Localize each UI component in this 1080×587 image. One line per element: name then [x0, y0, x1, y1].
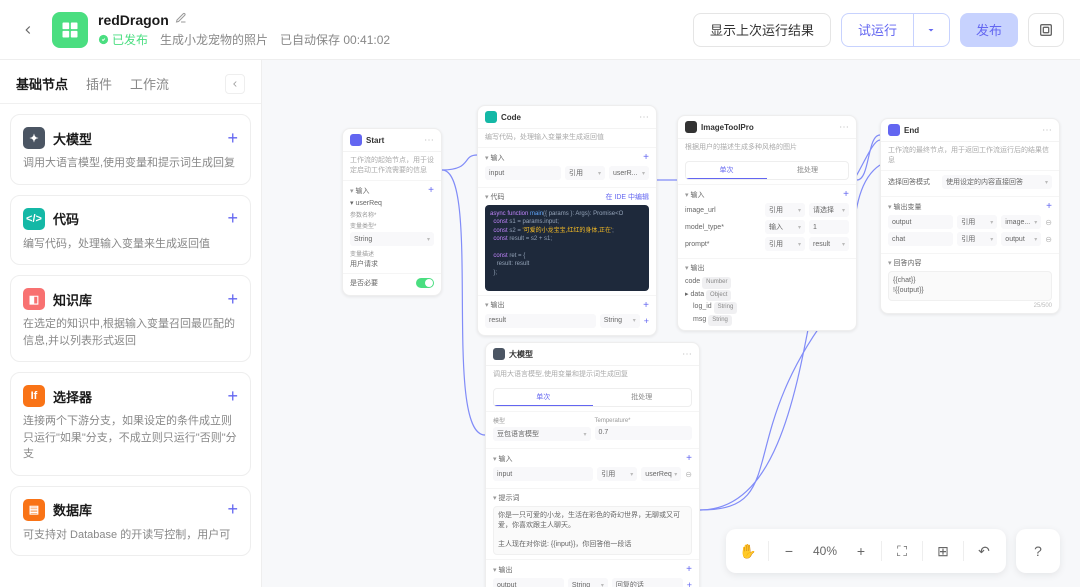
seg-single[interactable]: 单次 [686, 162, 767, 179]
undo-button[interactable]: ↶ [968, 535, 1000, 567]
collapse-sidebar-button[interactable] [225, 74, 245, 94]
seg-batch[interactable]: 批处理 [767, 162, 848, 179]
edit-icon[interactable] [175, 11, 187, 29]
edit-in-ide-link[interactable]: 在 IDE 中编辑 [605, 192, 649, 202]
help-button[interactable]: ? [1022, 535, 1054, 567]
temperature-input[interactable]: 0.7 [595, 426, 693, 440]
app-subtitle: 生成小龙宠物的照片 [160, 31, 268, 48]
zoom-in-button[interactable]: + [845, 535, 877, 567]
publish-button[interactable]: 发布 [960, 13, 1018, 47]
add-node-button[interactable]: + [227, 128, 238, 149]
workflow-canvas[interactable]: Start⋯ 工作流的起始节点，用于设定启动工作流需要的信息 ▾ 输入+ ▾ u… [262, 60, 1080, 587]
test-run-dropdown[interactable] [914, 13, 950, 47]
node-menu-icon[interactable]: ⋯ [639, 112, 649, 123]
add-node-button[interactable]: + [227, 499, 238, 520]
add-input-button[interactable]: + [428, 185, 434, 196]
answer-content-textarea[interactable]: {{chat}}!{{output}} [888, 271, 1052, 301]
add-input-button[interactable]: + [686, 453, 692, 464]
app-title: redDragon [98, 12, 169, 28]
tab-workflows[interactable]: 工作流 [130, 72, 169, 95]
knowledge-icon: ◧ [23, 288, 45, 310]
model-select[interactable]: 豆包语言模型 [493, 427, 591, 441]
pan-tool-button[interactable]: ✋ [732, 535, 764, 567]
app-info: redDragon 已发布 生成小龙宠物的照片 已自动保存 00:41:02 [98, 11, 390, 48]
tab-plugins[interactable]: 插件 [86, 72, 112, 95]
zoom-out-button[interactable]: − [773, 535, 805, 567]
show-last-run-button[interactable]: 显示上次运行结果 [693, 13, 831, 47]
canvas-node-llm[interactable]: 大模型⋯ 调用大语言模型,使用变量和提示词生成回复 单次批处理 模型豆包语言模型… [485, 342, 700, 587]
selector-icon: If [23, 385, 45, 407]
add-node-button[interactable]: + [227, 386, 238, 407]
node-card-llm[interactable]: ✦ 大模型 + 调用大语言模型,使用变量和提示词生成回复 [10, 114, 251, 185]
test-run-button[interactable]: 试运行 [841, 13, 914, 47]
node-menu-icon[interactable]: ⋯ [839, 122, 849, 133]
add-output-button[interactable]: + [643, 300, 649, 311]
type-select[interactable]: String [350, 232, 434, 246]
prompt-textarea[interactable]: 你是一只可爱的小龙，生活在彩色的奇幻世界，无聊或又可爱，你喜欢跟主人聊天。 主人… [493, 506, 692, 555]
canvas-node-end[interactable]: End⋯ 工作流的最终节点，用于返回工作流运行后的结果信息 选择回答模式使用设定… [880, 118, 1060, 314]
node-card-code[interactable]: </> 代码 + 编写代码，处理输入变量来生成返回值 [10, 195, 251, 266]
seg-single[interactable]: 单次 [494, 389, 593, 406]
answer-mode-select[interactable]: 使用设定的内容直接回答 [942, 175, 1052, 189]
required-toggle[interactable] [416, 278, 434, 288]
add-node-button[interactable]: + [227, 208, 238, 229]
node-card-selector[interactable]: If 选择器 + 连接两个下游分支，如果设定的条件成立则只运行"如果"分支，不成… [10, 372, 251, 476]
add-input-button[interactable]: + [843, 189, 849, 200]
node-card-database[interactable]: ▤ 数据库 + 可支持对 Database 的开读写控制，用户可 [10, 486, 251, 557]
tab-basic-nodes[interactable]: 基础节点 [16, 72, 68, 95]
add-node-button[interactable]: + [227, 289, 238, 310]
seg-batch[interactable]: 批处理 [593, 389, 692, 406]
database-icon: ▤ [23, 499, 45, 521]
canvas-node-code[interactable]: Code⋯ 编写代码，处理输入变量来生成返回值 ▾ 输入+ input引用use… [477, 105, 657, 336]
more-button[interactable] [1028, 13, 1064, 47]
add-output-button[interactable]: + [1046, 201, 1052, 212]
code-icon: </> [23, 208, 45, 230]
node-card-knowledge[interactable]: ◧ 知识库 + 在选定的知识中,根据输入变量召回最匹配的信息,并以列表形式返回 [10, 275, 251, 362]
autosave-status: 已自动保存 00:41:02 [280, 31, 390, 48]
llm-icon: ✦ [23, 127, 45, 149]
node-menu-icon[interactable]: ⋯ [424, 135, 434, 146]
fit-view-button[interactable]: ⛶ [886, 535, 918, 567]
back-button[interactable] [16, 18, 40, 42]
add-input-button[interactable]: + [643, 152, 649, 163]
layout-button[interactable]: ⊞ [927, 535, 959, 567]
published-badge: 已发布 [98, 31, 148, 48]
add-output-button[interactable]: + [686, 564, 692, 575]
canvas-node-image-tool[interactable]: ImageToolPro⋯ 根据用户的描述生成多种风格的图片 单次批处理 ▾ 输… [677, 115, 857, 331]
sidebar: 基础节点 插件 工作流 ✦ 大模型 + 调用大语言模型,使用变量和提示词生成回复… [0, 60, 262, 587]
app-icon [52, 12, 88, 48]
node-menu-icon[interactable]: ⋯ [1042, 125, 1052, 136]
code-editor[interactable]: async function main({ params }: Args): P… [485, 205, 649, 291]
zoom-level: 40% [807, 544, 843, 558]
node-menu-icon[interactable]: ⋯ [682, 349, 692, 360]
canvas-node-start[interactable]: Start⋯ 工作流的起始节点，用于设定启动工作流需要的信息 ▾ 输入+ ▾ u… [342, 128, 442, 296]
